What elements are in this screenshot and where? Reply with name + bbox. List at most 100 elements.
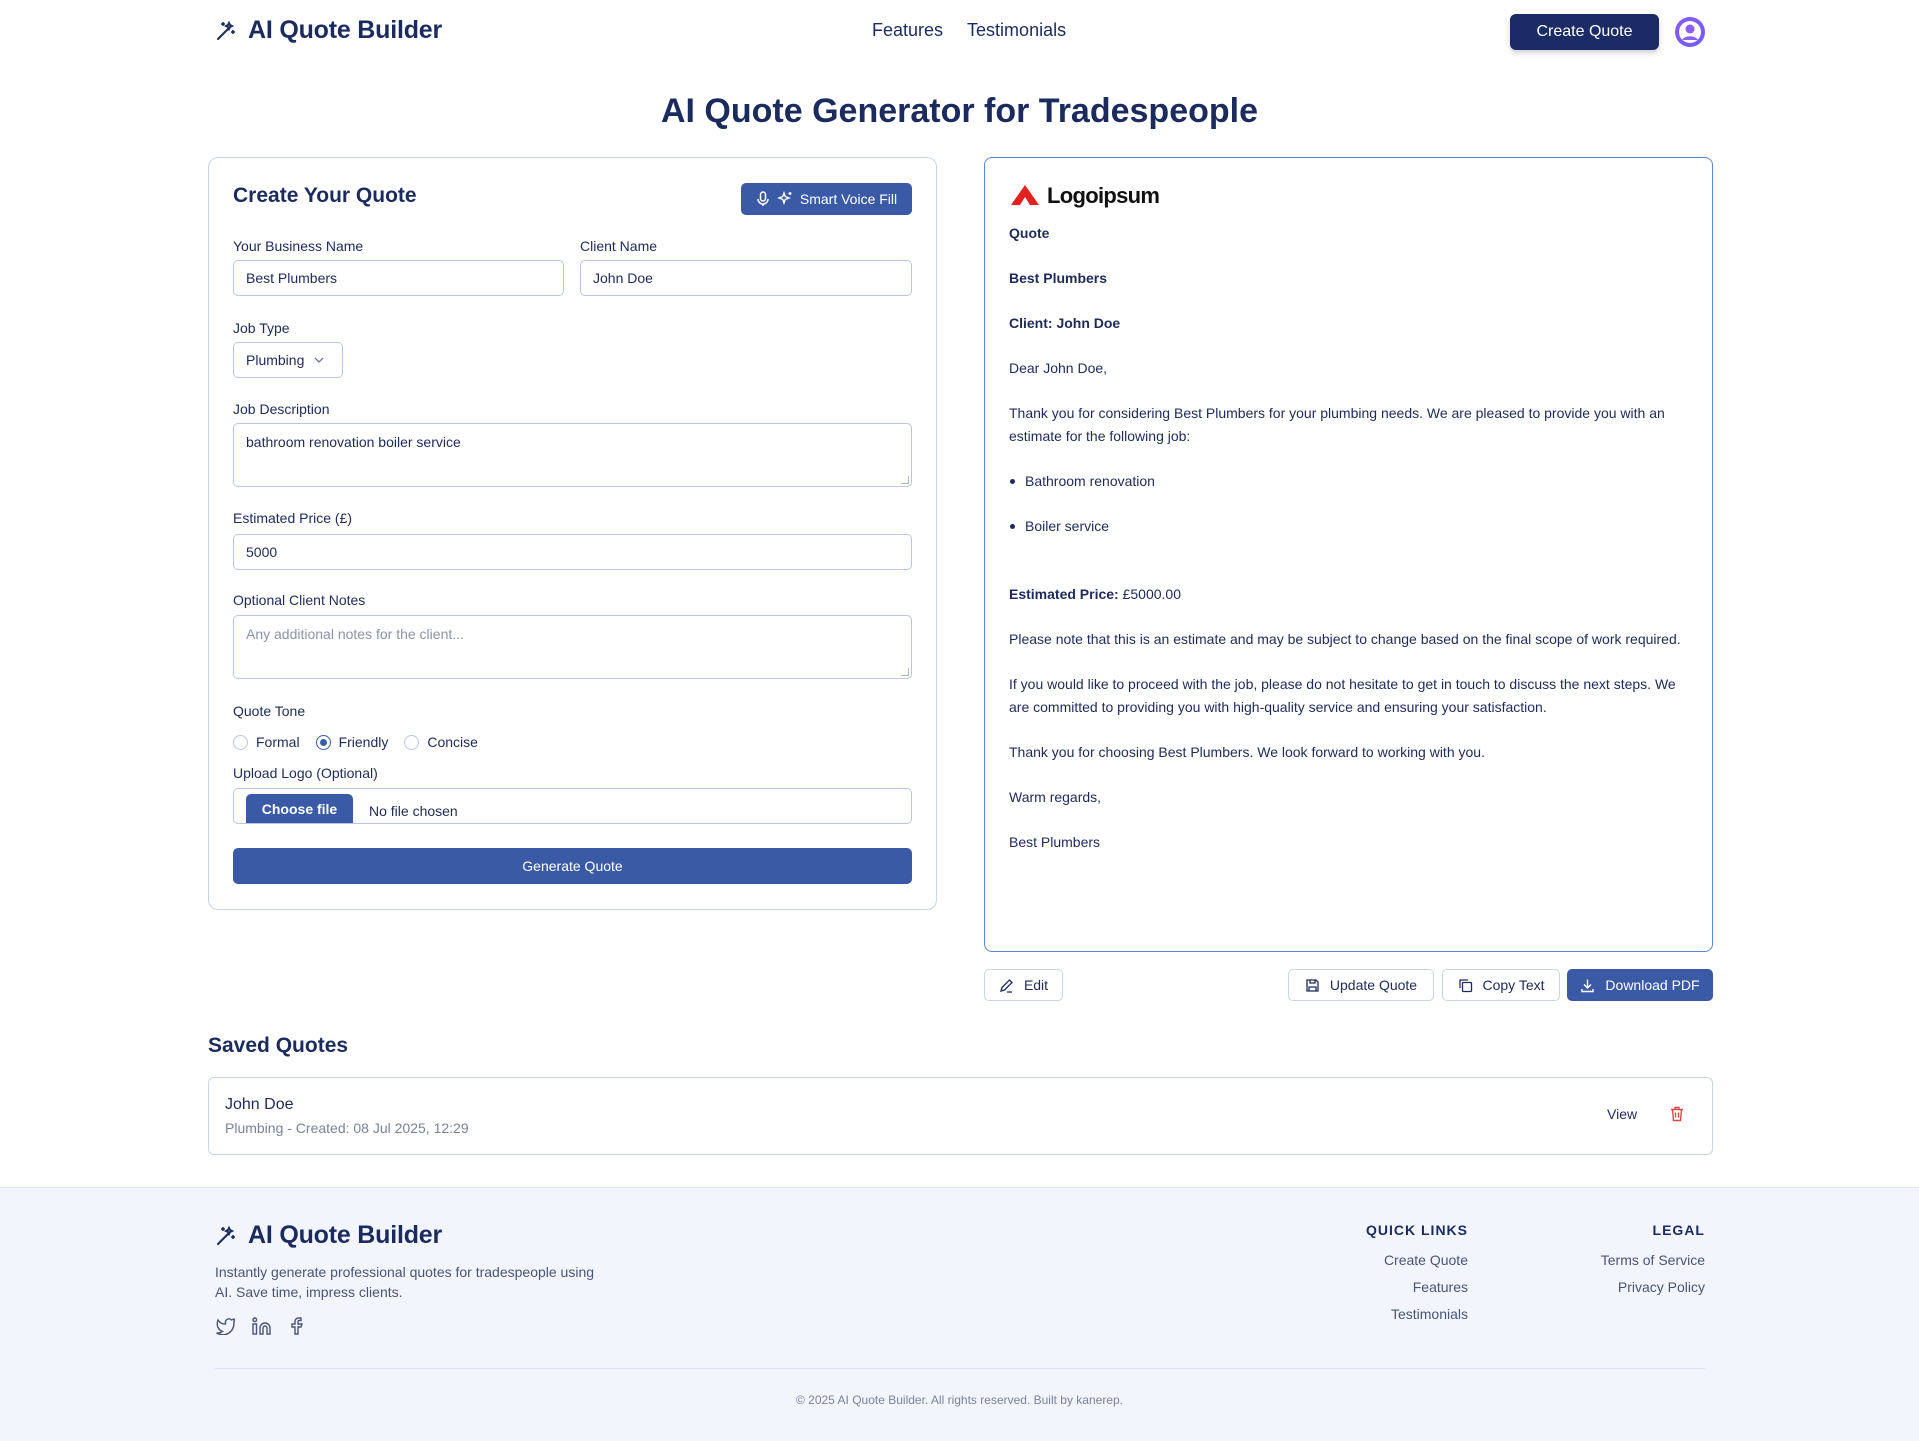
saved-quote-client: John Doe [225,1096,294,1113]
edit-label: Edit [1023,977,1049,993]
logo-text: Logoipsum [1047,182,1160,208]
upload-logo-label: Upload Logo (Optional) [233,765,378,781]
view-quote-button[interactable]: View [1607,1106,1637,1122]
radio-dot [404,734,420,750]
edit-button[interactable]: Edit [984,969,1063,1001]
delete-quote-button[interactable] [1670,1106,1684,1127]
copy-text-label: Copy Text [1482,977,1545,993]
top-header: AI Quote Builder Features Testimonials C… [0,0,1919,64]
business-name-label: Your Business Name [233,238,364,254]
job-description-textarea[interactable]: bathroom renovation boiler service [233,423,912,487]
company-logo: Logoipsum [1009,180,1699,210]
copyright: © 2025 AI Quote Builder. All rights rese… [795,1393,1124,1407]
site-footer: AI Quote Builder Instantly generate prof… [0,1187,1919,1441]
radio-dot-selected [315,734,331,750]
download-pdf-label: Download PDF [1605,977,1700,993]
quote-note: Please note that this is an estimate and… [1009,631,1681,647]
smart-voice-fill-button[interactable]: Smart Voice Fill [741,183,912,215]
price-label: Estimated Price (£) [233,510,353,526]
client-name-input[interactable]: John Doe [580,260,912,296]
quote-proceed: If you would like to proceed with the jo… [1009,676,1676,715]
quote-signature: Best Plumbers [1009,834,1101,850]
saved-quote-row: John Doe Plumbing - Created: 08 Jul 2025… [208,1077,1713,1155]
sparkles-icon [776,191,792,206]
footer-link-testimonials[interactable]: Testimonials [1338,1306,1468,1322]
list-item: Bathroom renovation [1009,470,1699,493]
update-quote-label: Update Quote [1329,977,1418,993]
client-notes-label: Optional Client Notes [233,592,366,608]
quote-intro: Thank you for considering Best Plumbers … [1009,405,1665,444]
update-quote-button[interactable]: Update Quote [1288,969,1434,1001]
job-type-select[interactable]: Plumbing [233,342,343,378]
job-description-label: Job Description [233,401,330,417]
saved-quote-meta: Plumbing - Created: 08 Jul 2025, 12:29 [225,1120,469,1136]
quote-heading: Quote [1009,225,1050,241]
quote-price-value: £5000.00 [1122,586,1182,602]
legal-links: LEGAL Terms of Service Privacy Policy [1545,1222,1705,1306]
chevron-down-icon [314,357,324,363]
client-notes-placeholder: Any additional notes for the client... [246,626,464,642]
copy-icon [1458,978,1472,992]
quote-price: Estimated Price: £5000.00 [1009,583,1699,606]
main-nav: Features Testimonials [872,20,1066,41]
user-icon [1679,21,1701,43]
resize-handle[interactable] [901,476,909,484]
tone-friendly-label: Friendly [338,734,389,750]
quote-client: Client: John Doe [1009,315,1121,331]
download-pdf-button[interactable]: Download PDF [1567,969,1713,1001]
microphone-icon [757,191,769,206]
page-title: AI Quote Generator for Tradespeople [660,92,1258,130]
twitter-icon[interactable] [215,1317,235,1335]
tone-concise-radio[interactable]: Concise [404,734,478,750]
facebook-icon[interactable] [289,1317,303,1335]
footer-link-terms[interactable]: Terms of Service [1545,1252,1705,1268]
save-icon [1306,978,1319,992]
social-links [215,1317,303,1335]
footer-brand-name: AI Quote Builder [248,1221,443,1249]
list-item: Boiler service [1009,515,1699,538]
copy-text-button[interactable]: Copy Text [1442,969,1560,1001]
client-notes-textarea[interactable]: Any additional notes for the client... [233,615,912,679]
legal-title: LEGAL [1652,1222,1705,1238]
quote-greeting: Dear John Doe, [1009,360,1108,376]
job-type-value: Plumbing [246,352,305,368]
nav-features[interactable]: Features [872,20,943,41]
footer-link-features[interactable]: Features [1338,1279,1468,1295]
quote-tone-label: Quote Tone [233,703,306,719]
avatar[interactable] [1675,17,1705,47]
quote-preview-card: Logoipsum Quote Best Plumbers Client: Jo… [984,157,1713,952]
footer-brand[interactable]: AI Quote Builder [214,1221,442,1250]
linkedin-icon[interactable] [252,1317,272,1335]
quote-price-label: Estimated Price: [1009,586,1119,602]
resize-handle[interactable] [901,668,909,676]
brand-name: AI Quote Builder [248,16,443,44]
tone-friendly-radio[interactable]: Friendly [315,734,389,750]
business-name-input[interactable]: Best Plumbers [233,260,564,296]
footer-link-privacy[interactable]: Privacy Policy [1545,1279,1705,1295]
voice-button-label: Smart Voice Fill [799,191,898,207]
tone-concise-label: Concise [427,734,478,750]
tone-formal-label: Formal [256,734,300,750]
footer-link-create-quote[interactable]: Create Quote [1338,1252,1468,1268]
job-list: Bathroom renovation Boiler service [1009,470,1699,538]
download-icon [1581,979,1595,992]
choose-file-button[interactable]: Choose file [246,794,353,823]
quote-signoff: Warm regards, [1009,789,1102,805]
quote-form-card: Create Your Quote Smart Voice Fill Your … [208,157,937,910]
logo-file-input[interactable]: Choose file No file chosen [233,788,912,824]
quote-thanks: Thank you for choosing Best Plumbers. We… [1009,744,1485,760]
quick-links: QUICK LINKS Create Quote Features Testim… [1338,1222,1468,1333]
quote-tone-group: Formal Friendly Concise [233,734,478,750]
nav-testimonials[interactable]: Testimonials [967,20,1066,41]
footer-divider [215,1368,1705,1369]
quote-preview-body: Logoipsum Quote Best Plumbers Client: Jo… [1009,180,1699,876]
create-quote-button[interactable]: Create Quote [1510,14,1659,50]
logo-mark-icon [1011,185,1039,205]
price-input[interactable]: 5000 [233,534,912,570]
saved-quotes-title: Saved Quotes [208,1034,349,1057]
brand-link[interactable]: AI Quote Builder [214,16,442,45]
pencil-icon [999,978,1013,993]
magic-wand-icon [217,1225,235,1245]
generate-quote-button[interactable]: Generate Quote [233,848,912,884]
tone-formal-radio[interactable]: Formal [233,734,300,750]
